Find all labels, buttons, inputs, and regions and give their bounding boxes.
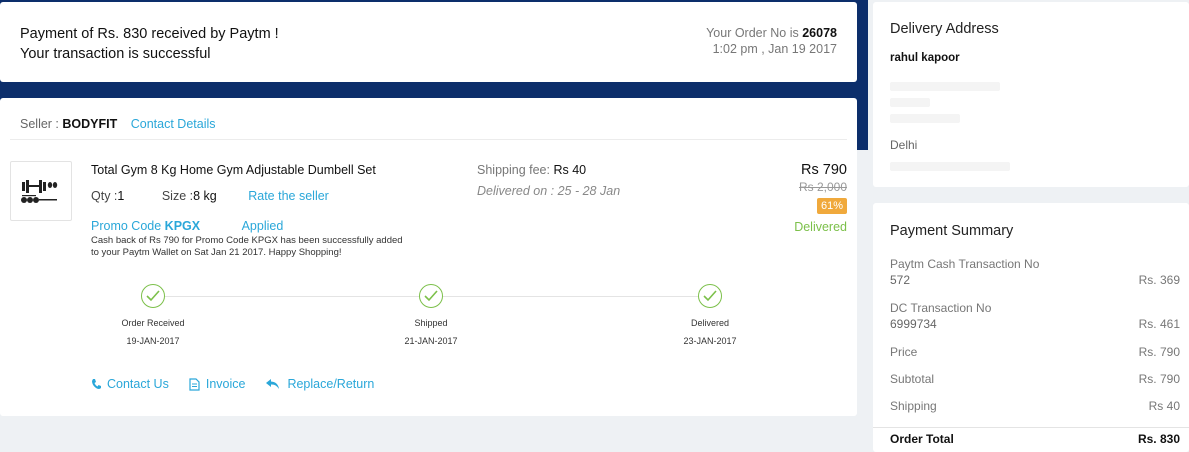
payment-row-label: Shipping: [890, 399, 937, 413]
delivery-window: Delivered on : 25 - 28 Jan: [477, 184, 621, 198]
invoice-button[interactable]: Invoice: [189, 377, 246, 391]
delivery-address-card: Delivery Address rahul kapoor Delhi: [873, 2, 1189, 187]
order-datetime: 1:02 pm , Jan 19 2017: [712, 42, 837, 56]
size-value: 8 kg: [193, 189, 217, 203]
check-icon: [698, 284, 722, 308]
rate-seller-link[interactable]: Rate the seller: [248, 189, 329, 203]
address-line-redacted: [890, 162, 1010, 171]
address-line-redacted: [890, 98, 930, 107]
payment-row-amount: Rs. 790: [1138, 372, 1180, 386]
size-label: Size :: [161, 189, 194, 203]
shipping-fee: Shipping fee: Rs 40: [477, 163, 586, 177]
payment-row: Price Rs. 790: [890, 345, 1180, 359]
payment-summary-title: Payment Summary: [890, 223, 1014, 239]
payment-row-amount: Rs. 369: [1138, 273, 1180, 287]
address-line-redacted: [890, 82, 1000, 91]
qty-label: Qty :: [91, 189, 118, 203]
payment-row-amount: Rs. 790: [1138, 345, 1180, 359]
order-total-label: Order Total: [890, 432, 954, 446]
promo-code: KPGX: [164, 219, 201, 233]
product-meta: Qty :1 Size :8 kg Rate the seller: [91, 189, 329, 203]
check-icon: [419, 284, 443, 308]
order-actions: Contact Us Invoice Replace/Return: [91, 377, 394, 391]
payment-row-label: Price: [890, 345, 918, 359]
tracker-step-order-received: Order Received 19-JAN-2017: [93, 284, 213, 346]
seller-name: BODYFIT: [62, 117, 118, 131]
payment-row-label: DC Transaction No: [890, 301, 992, 315]
contact-us-button[interactable]: Contact Us: [91, 377, 169, 391]
payment-row-amount: Rs. 461: [1138, 317, 1180, 331]
payment-row-sub: 6999734: [890, 317, 937, 331]
payment-row: Paytm Cash Transaction No 572 Rs. 369: [890, 257, 1180, 287]
contact-details-link[interactable]: Contact Details: [131, 117, 216, 131]
order-details-card: Seller : BODYFIT Contact Details Total G…: [0, 98, 857, 416]
address-line-redacted: [890, 114, 960, 123]
order-total-amount: Rs. 830: [1137, 432, 1180, 446]
transaction-success-text: Your transaction is successful: [20, 46, 211, 62]
phone-icon: [92, 379, 101, 389]
tracker-step-date: 23-JAN-2017: [683, 336, 737, 346]
tracker-step-date: 19-JAN-2017: [126, 336, 180, 346]
payment-received-text: Payment of Rs. 830 received by Paytm !: [20, 26, 279, 42]
contact-us-label: Contact Us: [107, 377, 169, 391]
payment-row: Shipping Rs 40: [890, 399, 1180, 413]
product-thumbnail[interactable]: [10, 161, 72, 221]
payment-row-label: Paytm Cash Transaction No: [890, 257, 1040, 271]
payment-summary-card: Payment Summary Paytm Cash Transaction N…: [873, 203, 1189, 452]
check-icon: [141, 284, 165, 308]
dumbbell-icon: [21, 180, 58, 203]
payment-row-sub: 572: [890, 273, 911, 287]
product-price: Rs 790: [801, 162, 847, 178]
recipient-name: rahul kapoor: [890, 52, 960, 64]
tracker-step-label: Order Received: [121, 318, 185, 328]
invoice-label: Invoice: [205, 377, 246, 391]
payment-row-amount: Rs 40: [1148, 399, 1180, 413]
payment-row-label: Subtotal: [890, 372, 935, 386]
discount-badge: 61%: [816, 198, 847, 214]
price-column: Rs 790 Rs 2,000 61% Delivered: [727, 162, 847, 234]
seller-label: Seller :: [20, 117, 63, 131]
promo-label: Promo Code: [91, 219, 162, 233]
tracker-step-label: Delivered: [690, 318, 730, 328]
replace-return-label: Replace/Return: [287, 377, 375, 391]
original-price: Rs 2,000: [798, 180, 847, 194]
shipping-fee-label: Shipping fee:: [477, 163, 550, 177]
order-number: 26078: [802, 26, 837, 40]
reply-icon: [266, 379, 280, 389]
tracker-step-shipped: Shipped 21-JAN-2017: [371, 284, 491, 346]
delivery-address-title: Delivery Address: [890, 21, 999, 37]
cashback-message: Cash back of Rs 790 for Promo Code KPGX …: [91, 235, 403, 258]
qty-value: 1: [117, 189, 125, 203]
tracker-step-date: 21-JAN-2017: [404, 336, 458, 346]
address-city: Delhi: [890, 138, 918, 152]
seller-row: Seller : BODYFIT Contact Details: [20, 117, 216, 131]
tracker-step-label: Shipped: [414, 318, 448, 328]
document-icon: [189, 377, 200, 391]
order-no-label: Your Order No is: [706, 26, 799, 40]
promo-code-row: Promo Code KPGX Applied: [91, 219, 283, 233]
promo-status: Applied: [241, 219, 284, 233]
divider: [10, 139, 847, 140]
order-status: Delivered: [794, 220, 847, 234]
divider: [873, 427, 1189, 428]
payment-row: Subtotal Rs. 790: [890, 372, 1180, 386]
success-message: Payment of Rs. 830 received by Paytm ! Y…: [20, 24, 279, 64]
shipping-fee-value: Rs 40: [553, 163, 587, 177]
product-title[interactable]: Total Gym 8 Kg Home Gym Adjustable Dumbe…: [91, 163, 376, 177]
replace-return-button[interactable]: Replace/Return: [265, 377, 374, 391]
payment-row: DC Transaction No 6999734 Rs. 461: [890, 301, 1180, 331]
order-info: Your Order No is 26078 1:02 pm , Jan 19 …: [706, 25, 837, 57]
payment-success-card: Payment of Rs. 830 received by Paytm ! Y…: [0, 2, 857, 82]
order-total-row: Order Total Rs. 830: [890, 432, 1180, 446]
tracker-step-delivered: Delivered 23-JAN-2017: [650, 284, 770, 346]
